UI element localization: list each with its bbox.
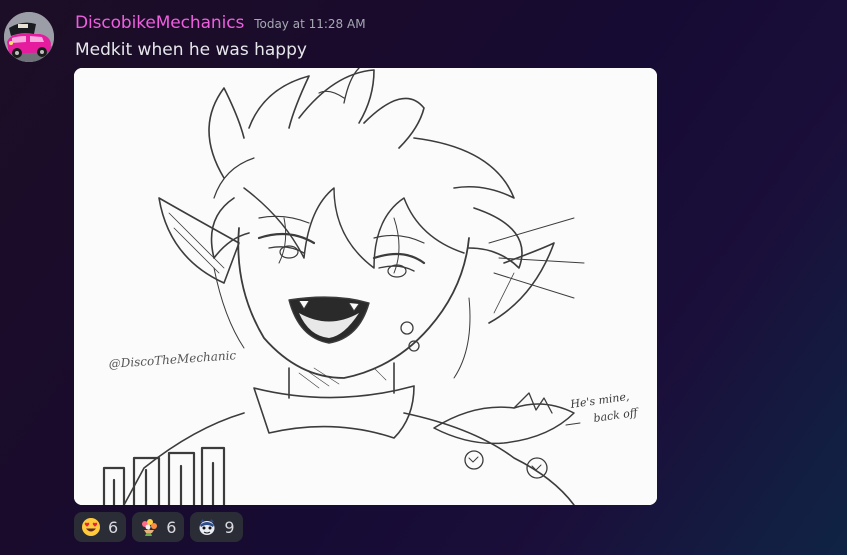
reaction-count: 6 [108, 517, 119, 537]
bouquet-emoji-icon [142, 519, 158, 536]
message-timestamp: Today at 11:28 AM [254, 17, 366, 31]
reaction-custom-creature[interactable]: 9 [190, 512, 243, 542]
avatar[interactable] [4, 12, 54, 62]
message-header: DiscobikeMechanics Today at 11:28 AM [75, 13, 366, 37]
chat-message: DiscobikeMechanics Today at 11:28 AM Med… [0, 0, 847, 555]
heart-eyes-emoji-icon [82, 518, 100, 536]
image-attachment[interactable]: He's mine, back off @DiscoTheMechanic [74, 68, 657, 505]
author-name[interactable]: DiscobikeMechanics [75, 13, 244, 33]
reaction-count: 6 [166, 517, 177, 537]
custom-creature-emoji-icon [199, 519, 215, 535]
reaction-heart-eyes[interactable]: 6 [74, 512, 127, 542]
reactions-bar: 6 6 9 [74, 512, 243, 542]
reaction-bouquet[interactable]: 6 [132, 512, 185, 542]
message-text: Medkit when he was happy [75, 40, 307, 60]
reaction-count: 9 [224, 517, 235, 537]
